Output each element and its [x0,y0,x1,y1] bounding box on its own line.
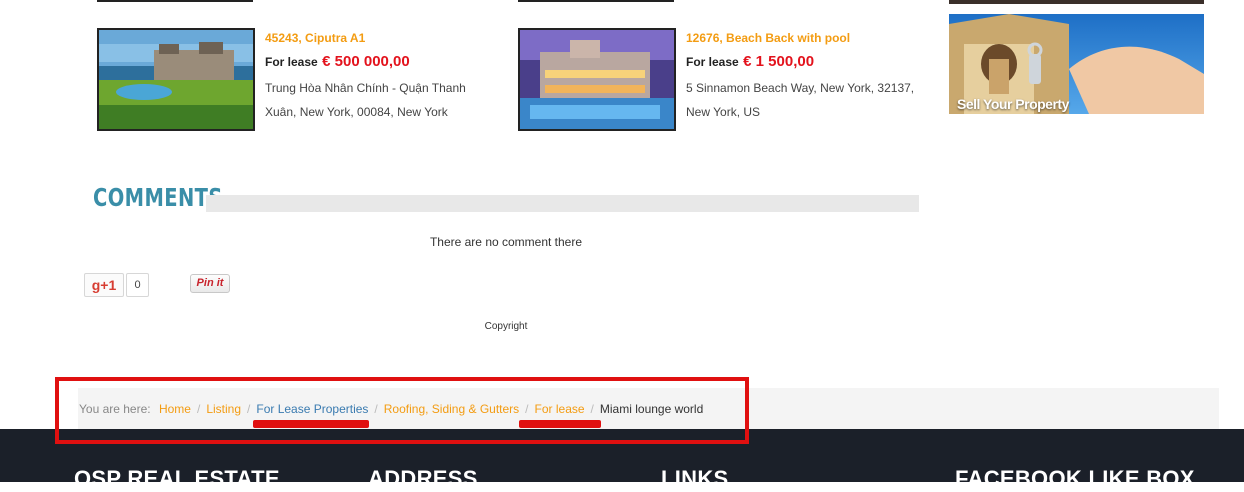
annotation-underline [253,420,369,428]
comments-heading-divider [206,195,919,212]
no-comment-text: There are no comment there [429,235,583,249]
listing-price-line: For lease € 1 500,00 [686,53,814,71]
footer-heading-links: LINKS [661,466,729,491]
footer-heading-address: ADDRESS [368,466,478,491]
footer-heading-osp-real-estate: OSP REAL ESTATE [74,466,280,491]
sell-property-label: Sell Your Property [957,96,1069,112]
listing-price: € 500 000,00 [322,53,410,70]
listing-price-line: For lease € 500 000,00 [265,53,410,71]
comments-heading: COMMENTS [93,183,223,212]
sidebar-banner-top-edge [949,0,1204,4]
annotation-highlight-box [55,377,749,444]
listing-title-link[interactable]: 12676, Beach Back with pool [686,31,850,45]
pinterest-pin-button[interactable]: Pin it [190,274,230,293]
listing-kind: For lease [686,55,739,69]
prev-listing-image-edge [97,0,253,2]
listing-address-line: Trung Hòa Nhân Chính - Quận Thanh [265,81,466,95]
annotation-underline [519,420,601,428]
footer-heading-facebook-like-box: FACEBOOK LIKE BOX [955,466,1195,491]
listing-address-line: Xuân, New York, 00084, New York [265,105,448,119]
listing-photo-illustration [520,30,674,129]
listing-kind: For lease [265,55,318,69]
prev-listing-image-edge [518,0,674,2]
listing-title-link[interactable]: 45243, Ciputra A1 [265,31,365,45]
listing-address: Trung Hòa Nhân Chính - Quận Thanh Xuân, … [265,76,466,124]
listing-photo[interactable] [518,28,676,131]
listing-address-line: 5 Sinnamon Beach Way, New York, 32137, [686,81,915,95]
listing-price: € 1 500,00 [743,53,815,70]
listing-photo[interactable] [97,28,255,131]
google-plus-count: 0 [126,273,149,297]
copyright-text: Copyright [484,321,528,332]
google-plus-button[interactable]: g+1 [84,273,124,297]
listing-photo-illustration [99,30,253,129]
listing-address-line: New York, US [686,105,761,119]
listing-address: 5 Sinnamon Beach Way, New York, 32137, N… [686,76,914,124]
sell-property-banner[interactable]: Sell Your Property [949,14,1204,114]
